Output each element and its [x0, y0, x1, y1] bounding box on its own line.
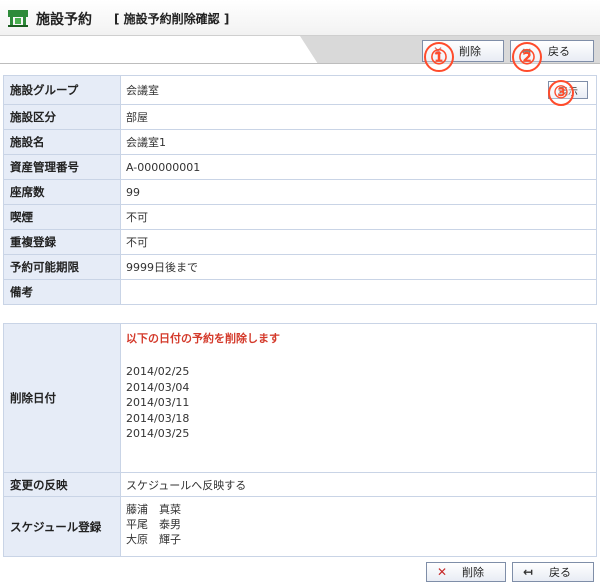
row-label: 施設区分: [3, 104, 121, 130]
list-item: 2014/03/11: [126, 396, 190, 409]
list-item: 2014/03/25: [126, 427, 190, 440]
facility-group-value: 会議室: [126, 84, 159, 97]
annotation-marker-3: ③: [548, 80, 574, 106]
facility-info-table: 施設グループ 会議室 表示 施設区分 部屋 施設名 会議室1 資産管理番号 A-…: [3, 75, 597, 305]
row-label: 重複登録: [3, 229, 121, 255]
delete-button-label: 削除: [459, 45, 481, 58]
row-label: 施設名: [3, 129, 121, 155]
row-value: 藤浦 真菜 平尾 泰男 大原 輝子: [120, 496, 597, 557]
table-row: 施設区分 部屋: [3, 104, 597, 130]
row-value: 部屋: [120, 104, 597, 130]
row-value: 不可: [120, 204, 597, 230]
back-button-label: 戻る: [549, 566, 571, 579]
row-value: 不可: [120, 229, 597, 255]
row-value: 9999日後まで: [120, 254, 597, 280]
list-item: 2014/03/18: [126, 411, 190, 425]
row-label: スケジュール登録: [3, 496, 121, 557]
row-label: 予約可能期限: [3, 254, 121, 280]
facility-icon: [8, 10, 28, 27]
annotation-marker-1: ①: [424, 42, 454, 72]
row-value: スケジュールへ反映する: [120, 472, 597, 497]
row-value: 会議室 表示: [120, 75, 597, 105]
table-row: 重複登録 不可: [3, 229, 597, 255]
list-item: 大原 輝子: [126, 533, 181, 546]
row-label: 施設グループ: [3, 75, 121, 105]
list-item: 2014/02/25: [126, 365, 190, 378]
back-arrow-icon: ↤: [522, 565, 534, 579]
delete-button-bottom[interactable]: ✕ 削除: [426, 562, 506, 582]
table-row: 変更の反映 スケジュールへ反映する: [3, 472, 597, 497]
back-button-bottom[interactable]: ↤ 戻る: [512, 562, 594, 582]
list-item: 平尾 泰男: [126, 518, 181, 531]
row-label: 削除日付: [3, 323, 121, 473]
delete-button-label: 削除: [462, 566, 484, 579]
table-row: 備考: [3, 279, 597, 305]
table-row: 施設グループ 会議室 表示: [3, 75, 597, 105]
row-label: 備考: [3, 279, 121, 305]
table-row: 予約可能期限 9999日後まで: [3, 254, 597, 280]
back-button-label: 戻る: [548, 45, 570, 58]
row-value: 99: [120, 179, 597, 205]
annotation-marker-2: ②: [512, 42, 542, 72]
page-subtitle: [ 施設予約削除確認 ]: [114, 12, 230, 26]
deletion-info-table: 削除日付 以下の日付の予約を削除します 2014/02/25 2014/03/0…: [3, 323, 597, 557]
toolbar-divider: [0, 63, 318, 64]
list-item: 2014/03/04: [126, 380, 190, 394]
delete-icon: ✕: [436, 565, 448, 579]
delete-notice: 以下の日付の予約を削除します: [126, 332, 280, 345]
row-label: 資産管理番号: [3, 154, 121, 180]
row-label: 変更の反映: [3, 472, 121, 497]
table-row: 座席数 99: [3, 179, 597, 205]
table-row: 資産管理番号 A-000000001: [3, 154, 597, 180]
schedule-names-list: 藤浦 真菜 平尾 泰男 大原 輝子: [126, 502, 591, 547]
delete-dates-list: 2014/02/25 2014/03/04 2014/03/11 2014/03…: [126, 364, 591, 442]
row-label: 喫煙: [3, 204, 121, 230]
table-row: 削除日付 以下の日付の予約を削除します 2014/02/25 2014/03/0…: [3, 323, 597, 473]
row-value: 会議室1: [120, 129, 597, 155]
row-label: 座席数: [3, 179, 121, 205]
table-row: スケジュール登録 藤浦 真菜 平尾 泰男 大原 輝子: [3, 496, 597, 557]
table-row: 施設名 会議室1: [3, 129, 597, 155]
row-value: A-000000001: [120, 154, 597, 180]
page-title: 施設予約: [36, 12, 92, 28]
list-item: 藤浦 真菜: [126, 503, 181, 516]
row-value: 以下の日付の予約を削除します 2014/02/25 2014/03/04 201…: [120, 323, 597, 473]
page-header: 施設予約 [ 施設予約削除確認 ]: [0, 0, 600, 36]
table-row: 喫煙 不可: [3, 204, 597, 230]
row-value: [120, 279, 597, 305]
